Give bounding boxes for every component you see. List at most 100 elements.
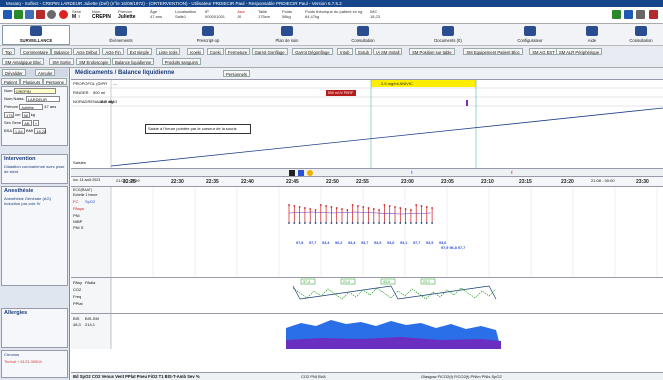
- patient-firstname: Juliette: [118, 14, 136, 20]
- intervention-text: Dilatation coronarienne avec pose de ste…: [4, 164, 65, 174]
- co2-label: CO2: [73, 287, 82, 292]
- grid-icon[interactable]: [14, 10, 23, 19]
- bp-dia-point: [388, 222, 391, 224]
- prenom-field[interactable]: Juliette: [19, 104, 44, 110]
- event-button[interactable]: Garrot Dégonflage: [292, 48, 333, 55]
- bed-icon[interactable]: [612, 10, 621, 19]
- event-button[interactable]: Acte Fin: [102, 48, 124, 55]
- tab-patient[interactable]: Patient: [1, 78, 21, 85]
- nav-plan-de-soin[interactable]: Plan de soin: [262, 26, 312, 43]
- tab-personnels[interactable]: Personnels: [223, 70, 250, 77]
- nav-configurateur[interactable]: Configurateur: [500, 26, 560, 43]
- value-tag: 23,1: [423, 280, 430, 284]
- chat-icon[interactable]: [636, 10, 645, 19]
- height-value: 175cm: [258, 14, 271, 19]
- monitor-icon: [30, 26, 42, 36]
- med-row-1[interactable]: RINGER: [73, 90, 89, 95]
- event-button[interactable]: Commentaire: [20, 48, 52, 55]
- window-title-bar: Mosaïq - Soflect - CREPIN LARDEUR Juliet…: [0, 0, 663, 7]
- rh-select[interactable]: +: [32, 120, 40, 126]
- flag-icon[interactable]: [307, 170, 313, 176]
- value-tag: 37,4: [303, 280, 310, 284]
- event-button[interactable]: SM Position sur table: [409, 48, 455, 55]
- bis-graph[interactable]: BIS BIS-SM 48,3 214,1: [71, 313, 663, 349]
- event-button[interactable]: Intub: [337, 48, 353, 55]
- event-button[interactable]: SM ALR Périphérique: [555, 48, 603, 55]
- bp-dia-point: [394, 222, 396, 224]
- event-button[interactable]: Extub: [355, 48, 372, 55]
- bolus-mark[interactable]: [466, 100, 468, 106]
- event-button[interactable]: SM Endoscopie: [76, 58, 112, 65]
- nav-consultation-2[interactable]: Consultation: [620, 26, 662, 43]
- bp-sys-point: [415, 204, 418, 206]
- record-icon[interactable]: [59, 10, 68, 19]
- nav-consultation[interactable]: Consultation: [338, 26, 388, 43]
- event-button[interactable]: Garrot Gonflage: [251, 48, 288, 55]
- weight-value: 58kg: [282, 14, 291, 19]
- probe-icon[interactable]: ℓ: [411, 170, 413, 176]
- age-value: 47 ans: [150, 14, 163, 19]
- tab-plusieurs[interactable]: Plusieurs: [20, 78, 44, 85]
- event-button[interactable]: Coeki: [206, 48, 224, 55]
- bp-sys-point: [388, 205, 391, 207]
- vitals-graph[interactable]: 97,8 97,7 93,4 96,2 93,4 93,7 93,9 93,6 93,1 97,7…: [71, 187, 663, 277]
- nav-documents[interactable]: Documents (0): [418, 26, 478, 43]
- record-icon-2[interactable]: [289, 170, 295, 176]
- devalider-button[interactable]: Dévalider: [2, 69, 26, 76]
- event-button[interactable]: Fermeture: [224, 48, 251, 55]
- nom-naissance-field[interactable]: LARDEUR: [25, 96, 60, 102]
- bp-sys-point: [293, 205, 296, 207]
- event-button[interactable]: SM Antalgique Bloc: [2, 58, 45, 65]
- spo2-value: 93,4: [348, 241, 356, 245]
- ecg-label: ECG(RAAT): [73, 188, 92, 192]
- tag-text: 500 ml IV PERF: [328, 91, 354, 95]
- annuler-button[interactable]: Annuler: [35, 69, 56, 76]
- refresh-icon[interactable]: [624, 10, 633, 19]
- tick: 22:25: [123, 179, 136, 185]
- event-button[interactable]: Icoeki: [187, 48, 205, 55]
- bp-sys-point: [309, 208, 312, 210]
- event-button[interactable]: Produits sanguins: [161, 58, 201, 65]
- event-button[interactable]: Balance liquidienne: [112, 58, 155, 65]
- ventilation-graph[interactable]: 37,4 21,4 43,0 23,1 PAsy PAdia CO2 Freq PPl…: [71, 277, 663, 314]
- event-button[interactable]: Top: [2, 48, 15, 55]
- event-button[interactable]: Ext simple: [126, 48, 153, 55]
- nav-surveillance[interactable]: SURVEILLANCE: [2, 25, 70, 45]
- event-button[interactable]: Acte Début: [73, 48, 101, 55]
- med-row-0[interactable]: PROPOFOL (DIPR: [73, 81, 107, 86]
- nav-prescript-op[interactable]: Prescript-op: [178, 26, 238, 43]
- calendar-icon[interactable]: [25, 10, 34, 19]
- anesthesie-section[interactable]: Anesthésie Anesthésie Générale (AG) Indu…: [1, 186, 68, 286]
- height-field[interactable]: 175: [4, 112, 14, 118]
- nav-evenements[interactable]: Évènements: [96, 26, 146, 43]
- probe-icon-2[interactable]: ℓ: [511, 170, 513, 176]
- bp-sys-point: [314, 209, 317, 211]
- intervention-title: Intervention: [4, 156, 36, 162]
- bp-sys-point: [319, 204, 322, 206]
- event-button[interactable]: IA SM Install: [373, 48, 403, 55]
- power-icon[interactable]: [47, 10, 56, 19]
- nom-field[interactable]: CREPIN: [13, 88, 56, 94]
- allergies-section[interactable]: Allergies: [1, 308, 68, 348]
- bp-dia-point: [378, 222, 380, 224]
- mail-icon[interactable]: [649, 10, 658, 19]
- event-button[interactable]: Balance: [51, 48, 73, 55]
- weight-field[interactable]: 56: [21, 112, 30, 118]
- padia-label: PAdia: [85, 280, 96, 285]
- alert-icon[interactable]: [36, 10, 45, 19]
- home-icon[interactable]: [3, 10, 12, 19]
- bp-sys-point: [351, 204, 354, 206]
- nav-icon[interactable]: [298, 170, 304, 176]
- event-button[interactable]: SM AG EST: [529, 48, 558, 55]
- tab-personne[interactable]: Personne: [43, 78, 67, 85]
- nav-aide[interactable]: Aide: [572, 26, 612, 43]
- help-icon: [586, 26, 598, 36]
- bp-dia-point: [425, 222, 428, 224]
- tab-medicaments[interactable]: Médicaments / Balance liquidienne: [75, 70, 174, 76]
- abo-select[interactable]: AB: [22, 120, 32, 126]
- event-button[interactable]: Liste Icols: [155, 48, 181, 55]
- intervention-section[interactable]: Intervention Dilatation coronarienne ave…: [1, 154, 68, 184]
- event-button[interactable]: SM Equipement Patient Bloc: [463, 48, 523, 55]
- event-button[interactable]: SM Sortie: [49, 58, 74, 65]
- bp-dia-point: [357, 222, 359, 224]
